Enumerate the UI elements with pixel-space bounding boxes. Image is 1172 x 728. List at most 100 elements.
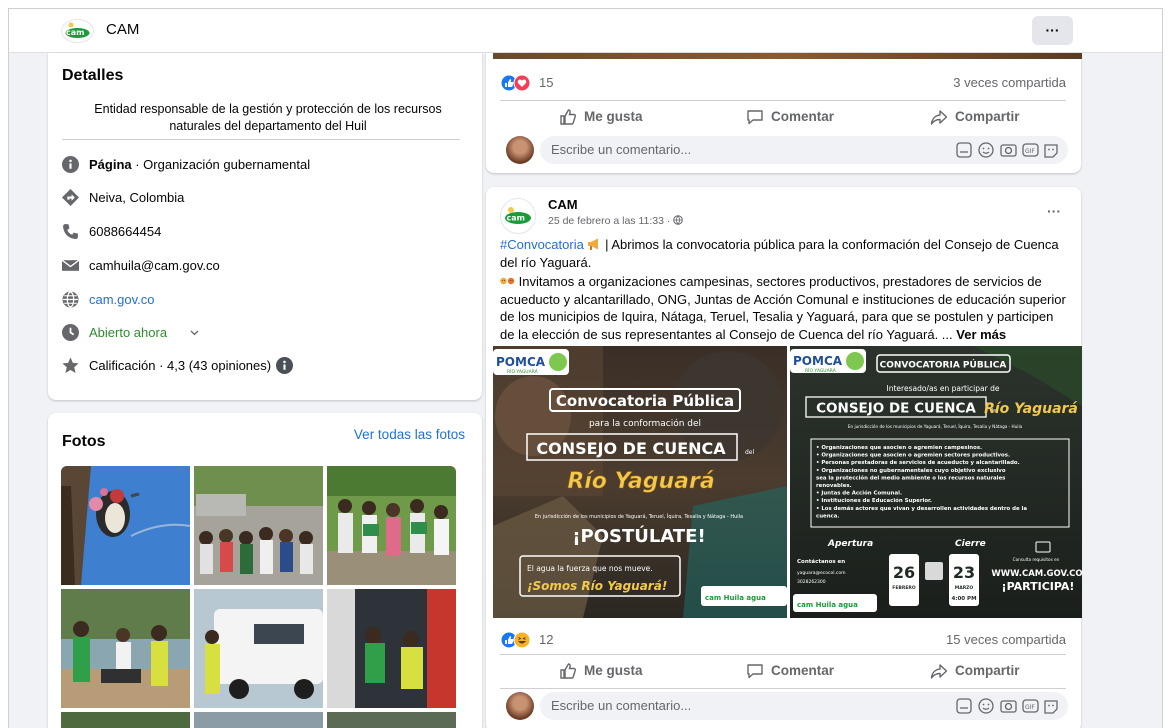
comment-input[interactable]: Escribe un comentario... GIF: [540, 136, 1068, 164]
post-text-2: Invitamos a organizaciones campesinas, s…: [500, 273, 1066, 343]
photo-thumbnail[interactable]: [194, 589, 323, 708]
avatar-sticker-icon[interactable]: [1044, 144, 1058, 158]
requirement-item: • Los demás actores que vivan y desarrol…: [816, 505, 1027, 512]
poster-left-slogan-2: ¡Somos Río Yaguará!: [527, 579, 667, 593]
requirement-item: • Organizaciones no gubernamentales cuyo…: [816, 468, 1006, 474]
sticker-icon[interactable]: [956, 698, 972, 714]
previous-post-image[interactable]: [493, 53, 1082, 59]
category-label: Página: [89, 157, 132, 172]
gif-icon[interactable]: GIF: [1022, 699, 1039, 713]
see-more-link[interactable]: Ver más: [956, 327, 1006, 342]
poster-left-title: Convocatoria Pública: [556, 392, 734, 410]
poster-left-subtitle: para la conformación del: [589, 418, 701, 429]
comment-input[interactable]: Escribe un comentario... GIF: [540, 692, 1068, 720]
details-card: Detalles Entidad responsable de la gesti…: [48, 53, 482, 400]
comment-tools: GIF: [956, 698, 1058, 714]
photo-thumbnail[interactable]: [327, 712, 456, 728]
comment-label: Comentar: [771, 663, 835, 678]
svg-text:GIF: GIF: [1025, 148, 1035, 155]
camera-icon[interactable]: [1000, 144, 1017, 157]
photo-thumbnail[interactable]: [61, 589, 190, 708]
like-love-reaction-icons: [500, 74, 531, 92]
envelope-icon: [62, 259, 79, 271]
poster-right-council: CONSEJO DE CUENCA: [816, 401, 976, 417]
info-icon: [62, 156, 79, 173]
chevron-down-icon[interactable]: [190, 330, 199, 336]
like-label: Me gusta: [584, 663, 643, 678]
avatar-sticker-icon[interactable]: [1044, 700, 1058, 714]
clock-icon: [62, 324, 79, 341]
hours-text[interactable]: Abierto ahora: [89, 322, 167, 344]
poster-right-badge: CONVOCATORIA PÚBLICA: [880, 359, 1007, 371]
rating-text: Calificación · 4,3 (43 opiniones): [89, 358, 272, 373]
cam-logo[interactable]: cam: [61, 19, 94, 43]
share-count[interactable]: 3 veces compartida: [953, 75, 1066, 90]
post-author[interactable]: CAM: [548, 197, 578, 212]
thumbs-up-icon: [560, 109, 577, 126]
reaction-count: 15: [539, 75, 554, 90]
post-intro: | Abrimos la convocatoria pública para l…: [500, 237, 1059, 270]
post-author-avatar[interactable]: cam: [500, 198, 536, 234]
comment-button[interactable]: Comentar: [746, 107, 834, 127]
poster-right-cta: ¡PARTICIPA!: [1002, 580, 1075, 593]
poster-right: POMCA RÍO YAGUARÁ CONVOCATORIA PÚBLICA I…: [790, 346, 1083, 618]
svg-text:cam: cam: [507, 214, 525, 223]
user-avatar[interactable]: [506, 136, 534, 164]
emoji-icon[interactable]: [978, 142, 994, 158]
more-options-button[interactable]: ···: [1032, 16, 1073, 45]
photo-thumbnail[interactable]: [194, 712, 323, 728]
comment-label: Comentar: [771, 109, 835, 124]
user-avatar[interactable]: [506, 692, 534, 720]
share-button[interactable]: Compartir: [930, 107, 1020, 127]
comment-icon: [747, 664, 763, 679]
website-link[interactable]: cam.gov.co: [89, 289, 155, 311]
share-icon: [930, 664, 948, 680]
email-text: camhuila@cam.gov.co: [89, 258, 220, 273]
share-button[interactable]: Compartir: [930, 661, 1020, 681]
comment-placeholder: Escribe un comentario...: [551, 142, 692, 157]
sticker-icon[interactable]: [956, 142, 972, 158]
rating-info-icon[interactable]: [276, 357, 293, 374]
thumbs-up-icon: [560, 663, 577, 680]
share-count[interactable]: 15 veces compartida: [946, 632, 1066, 647]
reaction-summary[interactable]: 15 3 veces compartida: [500, 73, 1066, 93]
post-image[interactable]: POMCA RÍO YAGUARÁ Convocatoria Pública p…: [493, 346, 1083, 618]
comment-composer: Escribe un comentario... GIF: [500, 133, 1068, 165]
comment-button[interactable]: Comentar: [746, 661, 834, 681]
poster-right-logo: POMCA: [793, 354, 843, 368]
poster-right-open-day: 26: [893, 563, 915, 582]
reaction-summary[interactable]: 12 15 veces compartida: [500, 630, 1066, 650]
photo-thumbnail[interactable]: [61, 712, 190, 728]
photo-thumbnail[interactable]: [61, 466, 190, 585]
page-name[interactable]: CAM: [106, 21, 139, 38]
poster-right-contact-title: Contáctanos en: [797, 558, 845, 565]
browser-frame: cam CAM ··· Detalles Entidad responsable…: [8, 8, 1163, 728]
like-button[interactable]: Me gusta: [559, 661, 643, 681]
globe-icon: [673, 215, 684, 225]
directions-icon: [62, 189, 79, 206]
gif-icon[interactable]: GIF: [1022, 143, 1039, 157]
share-label: Compartir: [955, 663, 1020, 678]
see-all-photos-link[interactable]: Ver todas las fotos: [354, 427, 465, 442]
photo-thumbnail[interactable]: [327, 466, 456, 585]
reaction-count: 12: [539, 632, 554, 647]
poster-left-council: CONSEJO DE CUENCA: [536, 439, 726, 458]
post-timestamp[interactable]: 25 de febrero a las 11:33 ·: [548, 215, 673, 227]
requirement-item: sea la protección del medio ambiente o l…: [816, 474, 1005, 481]
poster-right-contact-phone: 3028262300: [797, 579, 826, 585]
poster-right-footer: cam Huila agua: [797, 601, 858, 609]
requirement-item: • Instituciones de Educación Superior.: [816, 497, 932, 504]
hashtag-link[interactable]: #Convocatoria: [500, 237, 584, 252]
camera-icon[interactable]: [1000, 700, 1017, 713]
poster-right-close-month: MARZO: [955, 585, 974, 591]
comment-icon: [747, 110, 763, 125]
comment-tools: GIF: [956, 142, 1058, 158]
requirement-item: • Juntas de Acción Comunal.: [816, 490, 902, 497]
photo-thumbnail[interactable]: [194, 466, 323, 585]
post-more-button[interactable]: ···: [1047, 203, 1061, 219]
poster-left-logo-sub: RÍO YAGUARÁ: [507, 368, 539, 375]
emoji-icon[interactable]: [978, 698, 994, 714]
poster-right-open-month: FEBRERO: [892, 585, 916, 591]
like-button[interactable]: Me gusta: [559, 107, 643, 127]
photo-thumbnail[interactable]: [327, 589, 456, 708]
